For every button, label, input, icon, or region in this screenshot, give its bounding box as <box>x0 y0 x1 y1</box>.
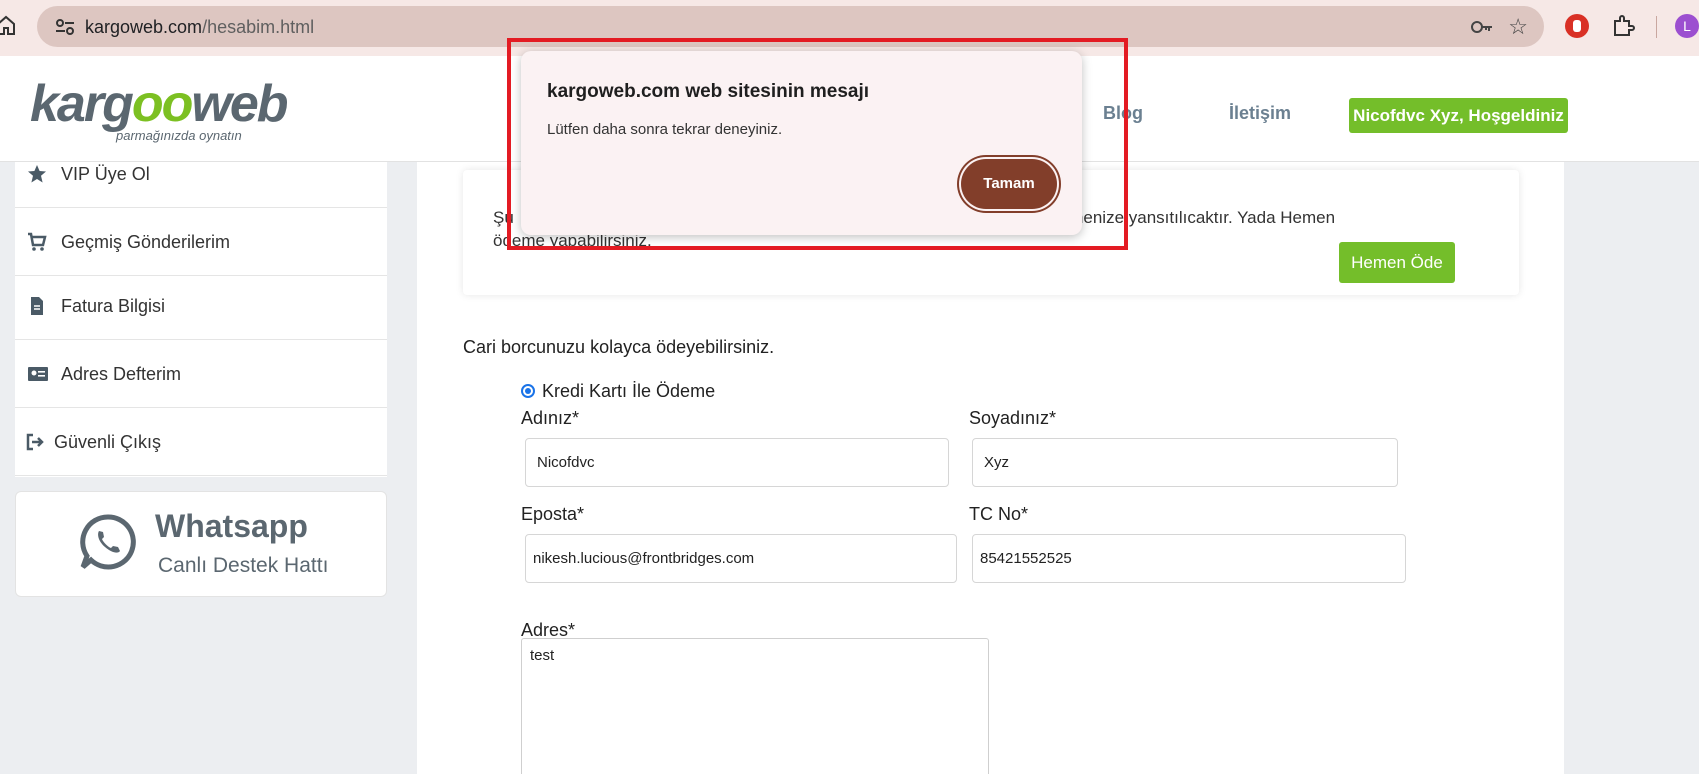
logo-wordmark: kargooweb <box>30 74 289 134</box>
id-card-icon <box>27 364 48 384</box>
star-icon <box>27 164 47 184</box>
sidebar-item-label: Adres Defterim <box>61 364 182 384</box>
welcome-user-button[interactable]: Nicofdvc Xyz, Hoşgeldiniz <box>1349 98 1568 133</box>
sidebar-item-vip[interactable]: VIP Üye Ol <box>15 140 387 208</box>
home-icon[interactable] <box>0 14 16 38</box>
sidebar-item-fatura-bilgisi[interactable]: Fatura Bilgisi <box>15 272 387 340</box>
sidebar-item-gecmis-gonderilerim[interactable]: Geçmiş Gönderilerim <box>15 208 387 276</box>
cart-icon <box>27 232 47 252</box>
pay-now-button[interactable]: Hemen Öde <box>1339 242 1455 283</box>
url-path: /hesabim.html <box>202 17 315 37</box>
tc-no-label: TC No* <box>969 504 1029 524</box>
logo-part-2: oo <box>131 75 194 133</box>
last-name-input[interactable]: Xyz <box>972 438 1398 487</box>
sidebar-item-label: Fatura Bilgisi <box>61 296 166 316</box>
email-input[interactable]: nikesh.lucious@frontbridges.com <box>525 534 957 583</box>
highlight-box <box>507 38 1128 250</box>
tc-no-input[interactable]: 85421552525 <box>972 534 1406 583</box>
credit-card-radio-label[interactable]: Kredi Kartı İle Ödeme <box>542 381 715 402</box>
sidebar-item-guvenli-cikis[interactable]: Güvenli Çıkış <box>15 408 387 476</box>
whatsapp-icon <box>78 512 138 572</box>
document-icon <box>27 296 47 316</box>
whatsapp-subtitle: Canlı Destek Hattı <box>158 554 329 577</box>
first-name-input[interactable]: Nicofdvc <box>525 438 949 487</box>
extension-adblock-icon[interactable] <box>1565 14 1589 38</box>
cari-debt-text: Cari borcunuzu kolayca ödeyebilirsiniz. <box>463 337 775 357</box>
password-key-icon[interactable] <box>1470 16 1494 38</box>
site-settings-icon[interactable] <box>55 18 75 36</box>
address-textarea[interactable]: test <box>521 638 989 774</box>
toolbar-separator <box>1656 16 1657 38</box>
whatsapp-support-card[interactable]: Whatsapp Canlı Destek Hattı <box>15 491 387 597</box>
sidebar-item-adres-defterim[interactable]: Adres Defterim <box>15 340 387 408</box>
credit-card-radio[interactable] <box>521 384 535 398</box>
profile-avatar[interactable]: L <box>1675 14 1699 38</box>
main-content: Şu e ait ödemenize yansıtılıcaktır. Yada… <box>417 162 1564 774</box>
sidebar-menu: VIP Üye Ol Geçmiş Gönderilerim Fatura Bi… <box>15 162 387 477</box>
sidebar-item-label: Geçmiş Gönderilerim <box>61 232 231 252</box>
logout-icon <box>25 432 45 452</box>
logo-part-1: karg <box>30 75 134 133</box>
email-label: Eposta* <box>521 504 585 524</box>
url-text[interactable]: kargoweb.com/hesabim.html <box>85 17 314 38</box>
nav-iletisim[interactable]: İletişim <box>1229 103 1291 124</box>
sidebar-item-label: Güvenli Çıkış <box>54 432 162 452</box>
kargoweb-logo[interactable]: kargooweb parmağınızda oynatın <box>30 74 290 149</box>
url-host: kargoweb.com <box>85 17 203 37</box>
extensions-puzzle-icon[interactable] <box>1610 13 1636 39</box>
last-name-label: Soyadınız* <box>969 408 1057 428</box>
logo-part-3: web <box>191 75 288 133</box>
sidebar-item-label: VIP Üye Ol <box>61 164 150 184</box>
bookmark-star-icon[interactable]: ☆ <box>1508 14 1528 40</box>
whatsapp-title: Whatsapp <box>155 508 308 544</box>
first-name-label: Adınız* <box>521 408 580 428</box>
